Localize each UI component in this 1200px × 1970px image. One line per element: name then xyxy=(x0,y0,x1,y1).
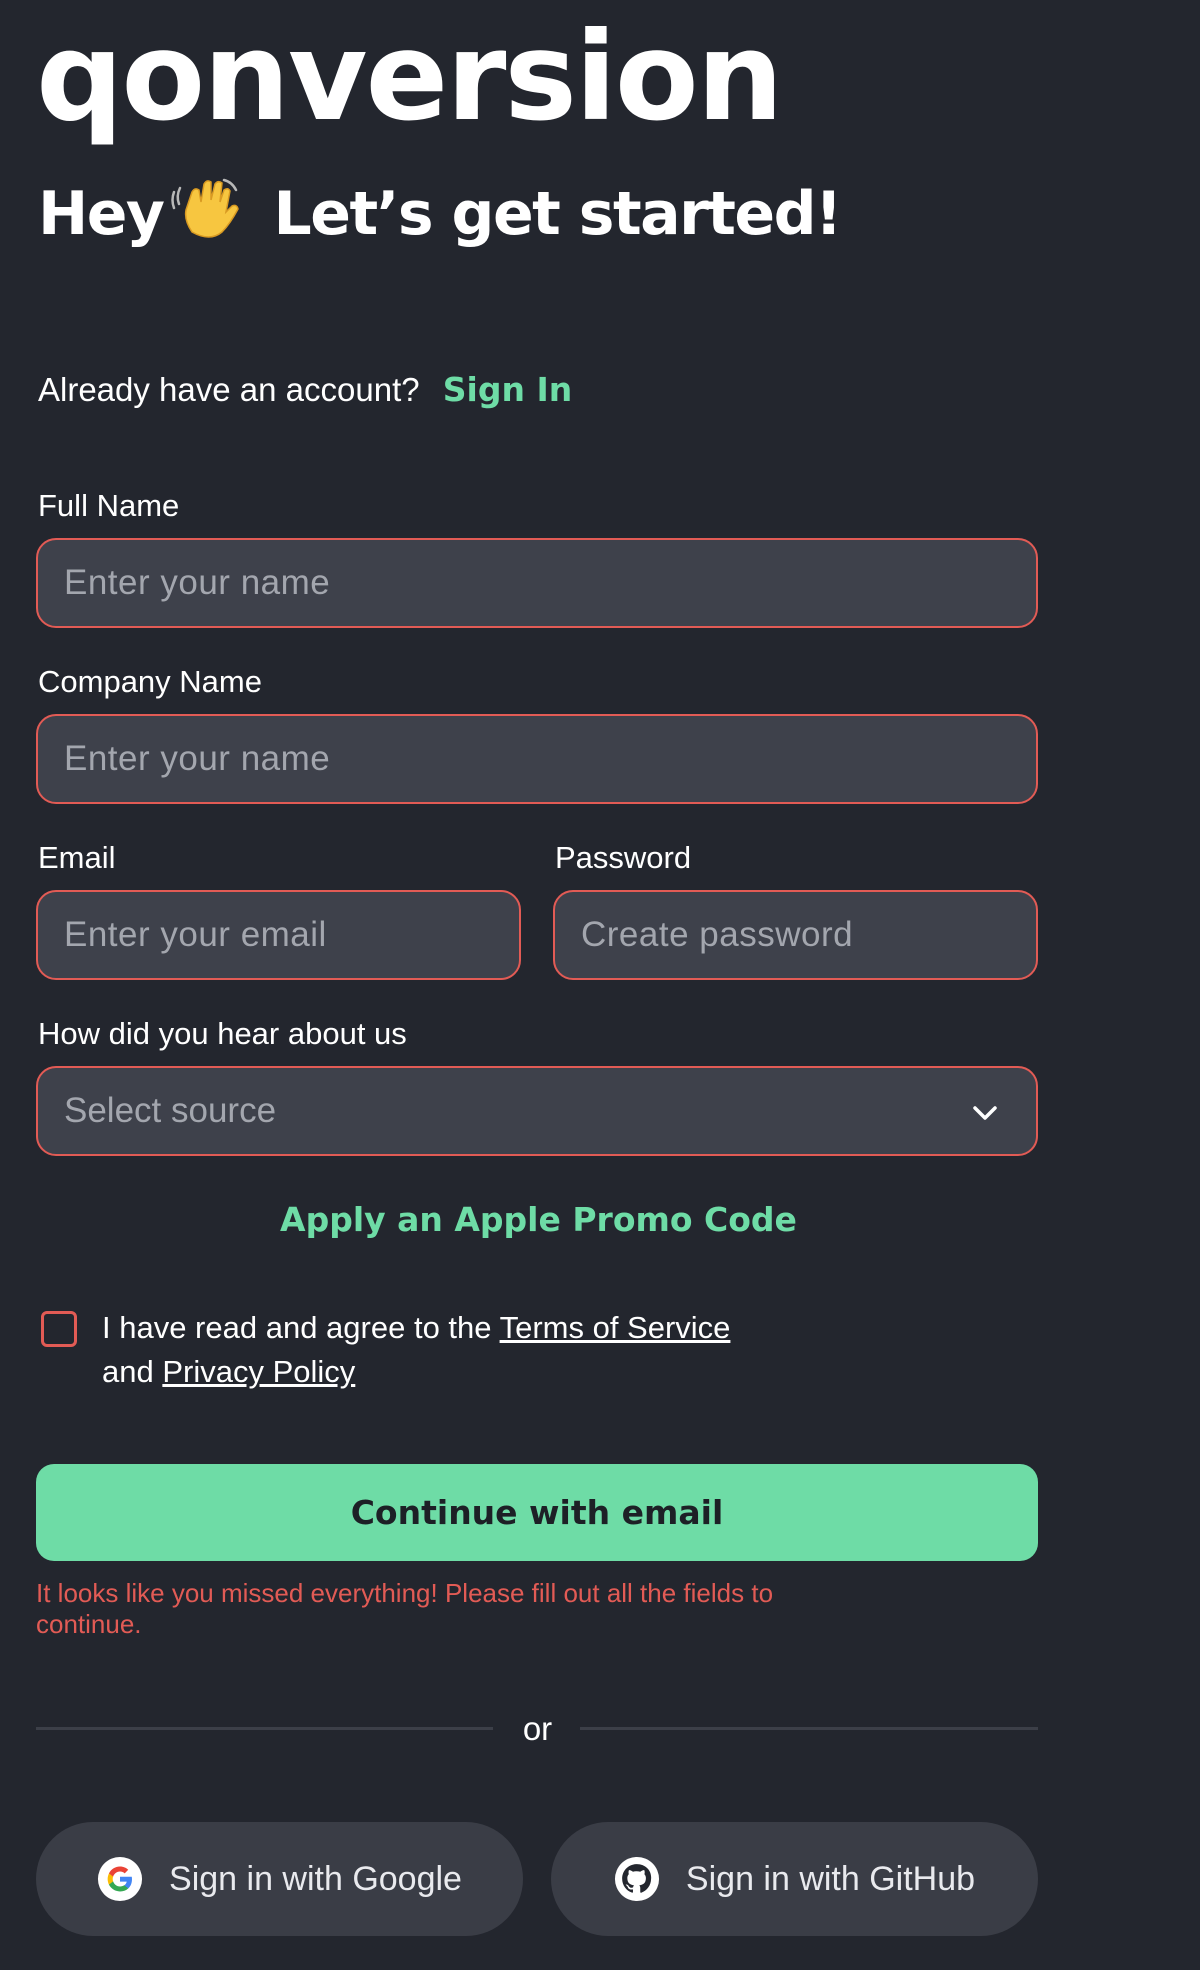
sign-in-with-github-button[interactable]: Sign in with GitHub xyxy=(551,1822,1038,1936)
sign-in-link[interactable]: Sign In xyxy=(443,370,572,409)
email-field xyxy=(36,890,521,980)
terms-of-service-link[interactable]: Terms of Service xyxy=(500,1310,731,1345)
password-field xyxy=(553,890,1038,980)
divider-or-text: or xyxy=(522,1710,553,1747)
terms-joiner: and xyxy=(102,1354,154,1389)
company-name-field xyxy=(36,714,1038,804)
email-label: Email xyxy=(38,840,116,875)
page-title: Hey Let’s get started! xyxy=(38,176,843,249)
logo-wordmark: qonversion xyxy=(36,6,784,148)
terms-checkbox[interactable] xyxy=(41,1311,77,1347)
email-input[interactable] xyxy=(64,915,519,955)
form-error-message: It looks like you missed everything! Ple… xyxy=(36,1578,774,1639)
chevron-down-icon xyxy=(973,1106,997,1120)
waving-hand-icon xyxy=(170,178,239,238)
github-icon xyxy=(614,1856,659,1902)
google-icon xyxy=(97,1856,143,1902)
password-label: Password xyxy=(555,840,692,875)
qonversion-logo: qonversion xyxy=(36,16,784,138)
password-input[interactable] xyxy=(581,915,1036,955)
company-name-label: Company Name xyxy=(38,664,262,699)
continue-with-email-button[interactable]: Continue with email xyxy=(36,1464,1038,1561)
github-button-label: Sign in with GitHub xyxy=(685,1859,976,1898)
full-name-label: Full Name xyxy=(38,488,180,523)
full-name-field xyxy=(36,538,1038,628)
apple-promo-code-link[interactable]: Apply an Apple Promo Code xyxy=(0,1200,1077,1239)
full-name-input[interactable] xyxy=(64,563,1036,603)
account-prompt: Already have an account? Sign In xyxy=(38,370,572,409)
terms-prefix: I have read and agree to the xyxy=(102,1310,492,1345)
headline-text: Let’s get started! xyxy=(273,179,843,249)
google-button-label: Sign in with Google xyxy=(169,1859,462,1898)
greeting-text: Hey xyxy=(38,179,165,249)
sign-in-with-google-button[interactable]: Sign in with Google xyxy=(36,1822,523,1936)
terms-text: I have read and agree to the Terms of Se… xyxy=(102,1306,842,1394)
divider-line-right xyxy=(580,1727,1038,1730)
privacy-policy-link[interactable]: Privacy Policy xyxy=(162,1354,355,1389)
source-select-value: Select source xyxy=(64,1091,277,1130)
divider-line-left xyxy=(36,1727,493,1730)
source-label: How did you hear about us xyxy=(38,1016,407,1051)
source-select[interactable]: Select source xyxy=(36,1066,1038,1156)
signup-page: qonversion Hey Let’s get started! Alread… xyxy=(0,0,1200,1970)
company-name-input[interactable] xyxy=(64,739,1036,779)
account-prompt-text: Already have an account? xyxy=(38,371,420,408)
